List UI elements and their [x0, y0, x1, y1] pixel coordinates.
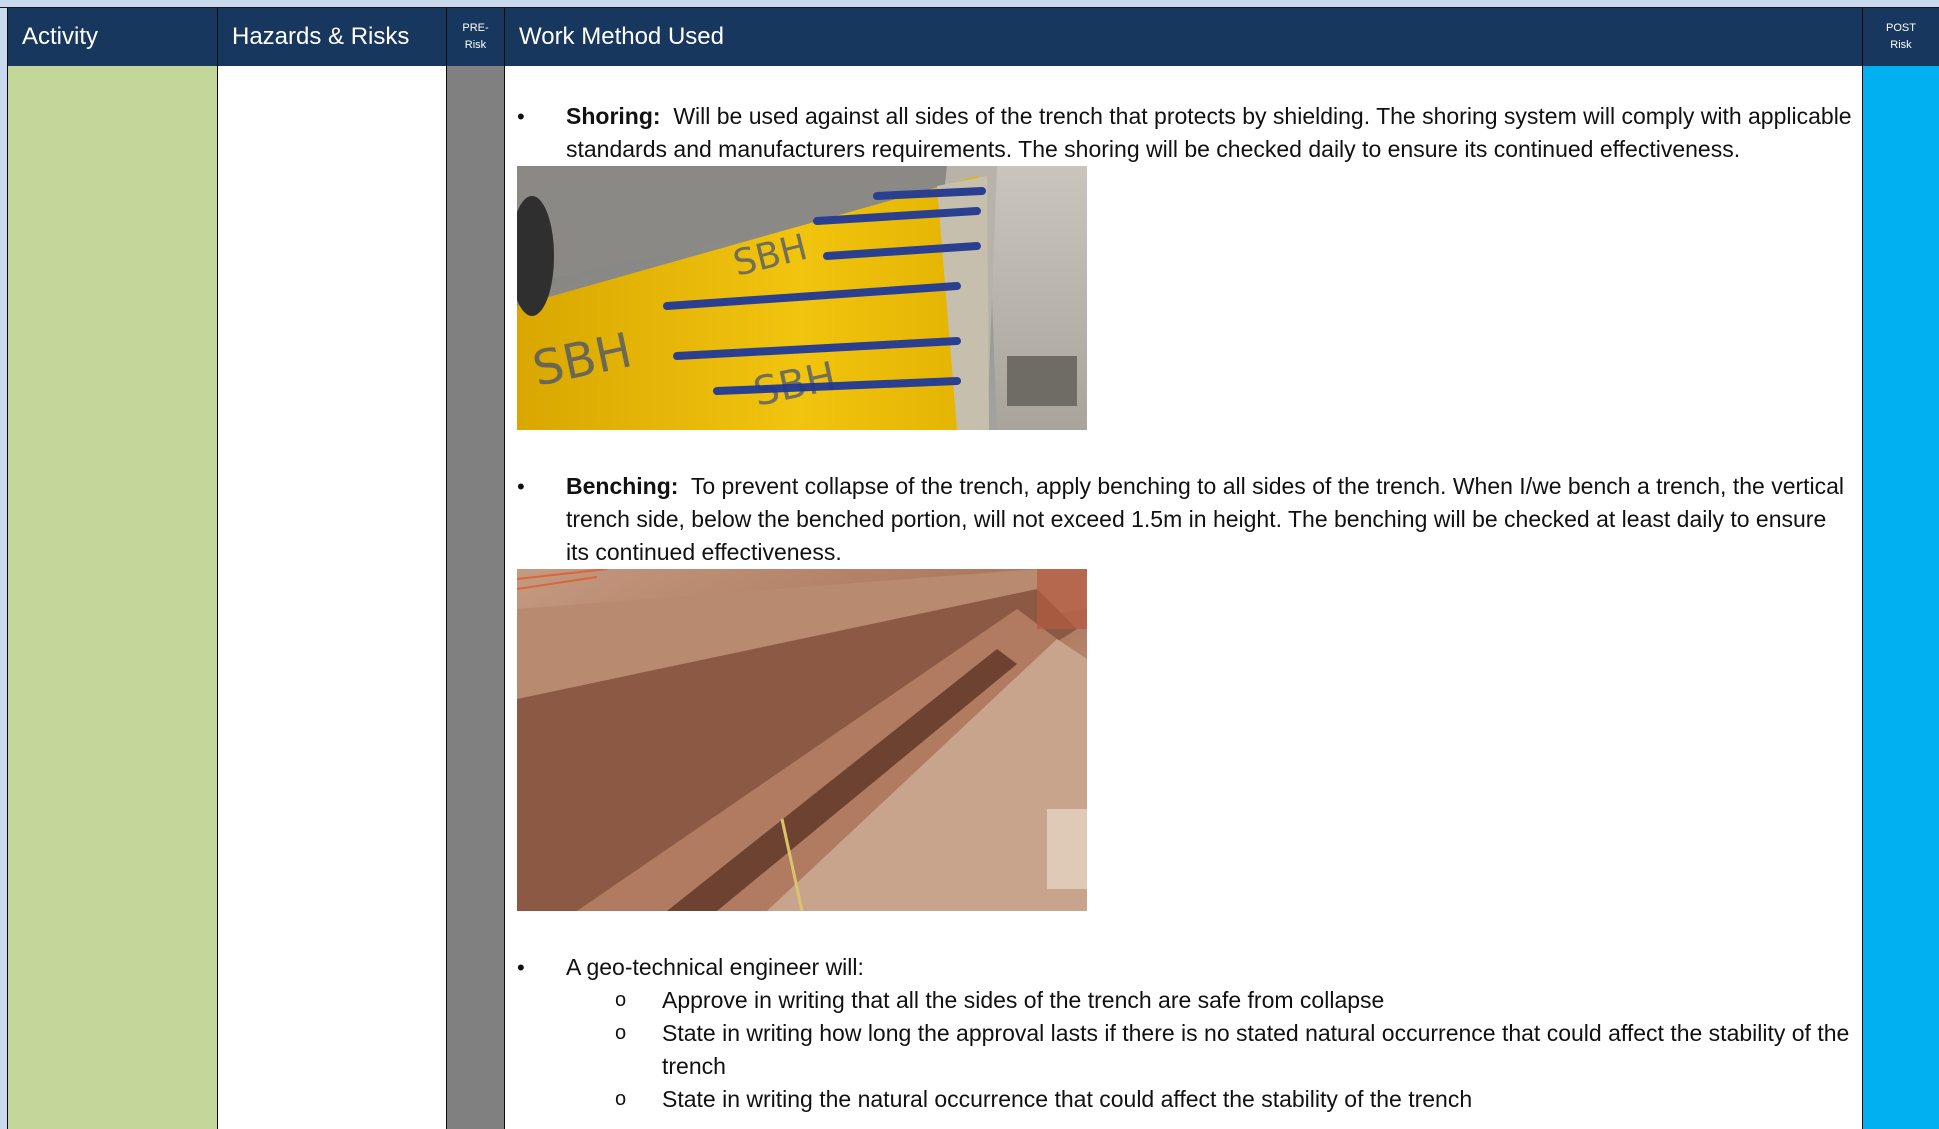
header-post-risk: POST Risk	[1863, 8, 1939, 66]
engineer-text: A geo-technical engineer will:	[566, 954, 864, 980]
header-activity: Activity	[8, 8, 218, 66]
engineer-subitem: o State in writing how long the approval…	[517, 1017, 1855, 1083]
left-margin	[0, 8, 8, 1129]
hazards-cell	[218, 66, 447, 1129]
post-risk-cell	[1863, 66, 1939, 1129]
sub-bullet-glyph: o	[615, 989, 627, 1011]
header-pre-risk-line2: Risk	[464, 39, 487, 51]
header-work-method: Work Method Used	[505, 8, 1863, 66]
engineer-subitem: o State in writing the natural occurrenc…	[517, 1083, 1855, 1116]
benching-bullet: • Benching: To prevent collapse of the t…	[517, 470, 1855, 569]
document-page: Activity Hazards & Risks PRE- Risk Work …	[0, 0, 1939, 1129]
engineer-subitem-text: State in writing how long the approval l…	[662, 1020, 1850, 1079]
header-pre-risk: PRE- Risk	[447, 8, 505, 66]
engineer-subitem-text: Approve in writing that all the sides of…	[662, 987, 1385, 1013]
activity-cell	[8, 66, 218, 1129]
benching-text: To prevent collapse of the trench, apply…	[566, 473, 1851, 565]
engineer-subitem-text: State in writing the natural occurrence …	[662, 1086, 1473, 1112]
shoring-label: Shoring:	[566, 103, 661, 129]
shoring-photo: SBH SBH SBH	[517, 166, 1087, 430]
benching-photo	[517, 569, 1087, 911]
bullet-glyph: •	[517, 104, 525, 129]
shoring-text: Will be used against all sides of the tr…	[566, 103, 1858, 162]
header-pre-risk-line1: PRE-	[462, 22, 489, 34]
shoring-bullet: • Shoring: Will be used against all side…	[517, 100, 1855, 166]
sub-bullet-glyph: o	[615, 1088, 627, 1110]
bullet-glyph: •	[517, 955, 525, 980]
pre-risk-cell	[447, 66, 505, 1129]
header-hazards-risks: Hazards & Risks	[218, 8, 447, 66]
benching-label: Benching:	[566, 473, 679, 499]
table-header: Activity Hazards & Risks PRE- Risk Work …	[8, 8, 1939, 66]
bullet-glyph: •	[517, 474, 525, 499]
work-method-content: • Shoring: Will be used against all side…	[517, 100, 1855, 1116]
header-post-risk-line2: Risk	[1890, 39, 1912, 51]
sub-bullet-glyph: o	[615, 1022, 627, 1044]
top-strip	[0, 0, 1939, 8]
engineer-bullet: • A geo-technical engineer will:	[517, 951, 1855, 984]
engineer-subitem: o Approve in writing that all the sides …	[517, 984, 1855, 1017]
header-post-risk-line1: POST	[1886, 22, 1916, 34]
